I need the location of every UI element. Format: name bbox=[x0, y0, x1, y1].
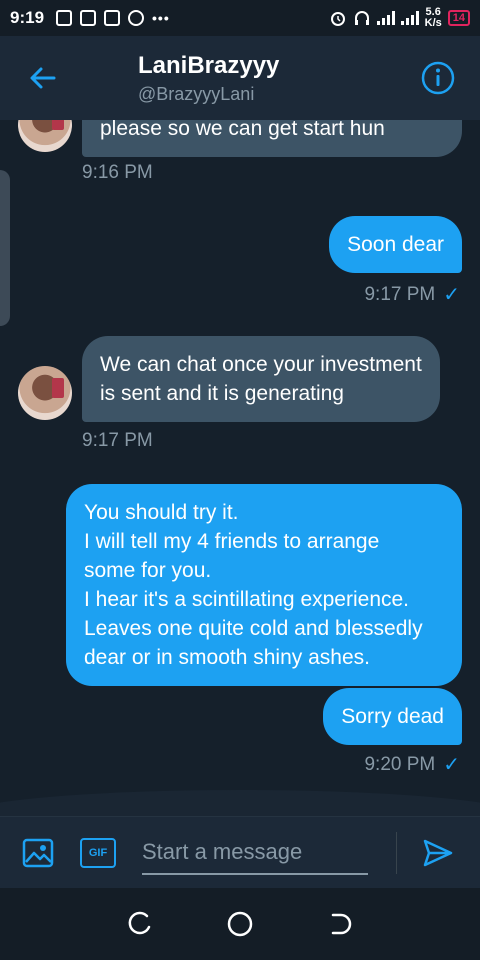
message-text: please so we can get start hun bbox=[100, 120, 385, 140]
message-text: Leaves one quite cold and blessedly bbox=[84, 617, 423, 640]
outgoing-message[interactable]: Sorry dead bbox=[323, 688, 462, 745]
avatar[interactable] bbox=[18, 366, 72, 420]
info-button[interactable] bbox=[396, 36, 480, 120]
message-text: Soon dear bbox=[347, 233, 444, 256]
back-icon bbox=[331, 913, 352, 935]
status-bar: 9:19 ••• 5.6 K/s 14 bbox=[0, 0, 480, 36]
message-input[interactable] bbox=[142, 830, 368, 875]
avatar[interactable] bbox=[18, 120, 72, 152]
info-icon bbox=[421, 61, 455, 95]
status-left: 9:19 ••• bbox=[10, 8, 170, 28]
message-composer: GIF bbox=[0, 816, 480, 888]
message-timestamp: 9:16 PM bbox=[82, 162, 153, 184]
back-nav-button[interactable] bbox=[320, 904, 360, 944]
message-timestamp: 9:20 PM ✓ bbox=[364, 752, 460, 777]
home-icon bbox=[227, 911, 253, 937]
composer-divider bbox=[396, 831, 397, 874]
more-notifications-icon: ••• bbox=[152, 10, 170, 26]
battery-saver-icon bbox=[56, 10, 73, 26]
outgoing-message[interactable]: Soon dear bbox=[329, 216, 462, 273]
send-icon bbox=[423, 839, 453, 866]
news-icon bbox=[104, 10, 121, 26]
recents-icon bbox=[128, 911, 151, 935]
recents-button[interactable] bbox=[120, 904, 160, 944]
conversation-header: LaniBrazyyy @BrazyyyLani bbox=[0, 36, 480, 120]
battery-level: 14 bbox=[447, 10, 470, 26]
system-navigation-bar bbox=[0, 888, 480, 960]
message-text: I will tell my 4 friends to arrange bbox=[84, 530, 380, 553]
contact-handle: @BrazyyyLani bbox=[138, 83, 255, 104]
net-speed: 5.6 K/s bbox=[425, 7, 442, 29]
gallery-icon bbox=[80, 10, 97, 26]
scroll-edge bbox=[0, 790, 480, 816]
send-button[interactable] bbox=[413, 828, 463, 878]
grammarly-icon bbox=[128, 10, 145, 26]
message-timestamp: 9:17 PM ✓ bbox=[364, 282, 460, 307]
outgoing-message[interactable]: You should try it. I will tell my 4 frie… bbox=[66, 484, 462, 686]
timestamp-text: 9:17 PM bbox=[82, 430, 153, 451]
status-right: 5.6 K/s 14 bbox=[329, 7, 470, 29]
read-check-icon: ✓ bbox=[443, 754, 460, 776]
message-text: We can chat once your investment bbox=[100, 353, 422, 376]
timestamp-text: 9:16 PM bbox=[82, 162, 153, 183]
alarm-icon bbox=[330, 12, 345, 26]
incoming-message[interactable]: We can chat once your investment is sent… bbox=[82, 336, 440, 422]
timestamp-text: 9:17 PM bbox=[364, 283, 436, 305]
message-timestamp: 9:17 PM bbox=[82, 430, 153, 452]
read-check-icon: ✓ bbox=[443, 284, 460, 306]
message-text: You should try it. bbox=[84, 501, 239, 524]
add-photo-button[interactable] bbox=[18, 833, 58, 873]
message-list[interactable]: please so we can get start hun 9:16 PM S… bbox=[0, 120, 480, 816]
net-speed-unit: K/s bbox=[424, 17, 442, 29]
message-text: is sent and it is generating bbox=[100, 382, 344, 405]
signal-2-icon bbox=[400, 11, 419, 25]
arrow-left-icon bbox=[30, 67, 56, 89]
status-time: 9:19 bbox=[10, 8, 45, 27]
image-icon bbox=[22, 838, 54, 867]
message-text: I hear it's a scintillating experience. bbox=[84, 588, 410, 611]
incoming-message[interactable]: please so we can get start hun bbox=[82, 120, 462, 157]
home-button[interactable] bbox=[220, 904, 260, 944]
gif-button[interactable]: GIF bbox=[80, 837, 116, 868]
contact-name: LaniBrazyyy bbox=[138, 51, 280, 79]
back-button[interactable] bbox=[0, 36, 84, 120]
message-text: Sorry dead bbox=[341, 705, 444, 728]
message-text: dear or in smooth shiny ashes. bbox=[84, 646, 370, 669]
timestamp-text: 9:20 PM bbox=[364, 753, 436, 775]
signal-icon bbox=[376, 11, 395, 25]
message-text: some for you. bbox=[84, 559, 212, 582]
headphones-icon bbox=[354, 11, 369, 25]
edge-panel-handle[interactable] bbox=[0, 170, 10, 326]
header-titles[interactable]: LaniBrazyyy @BrazyyyLani bbox=[84, 52, 396, 105]
